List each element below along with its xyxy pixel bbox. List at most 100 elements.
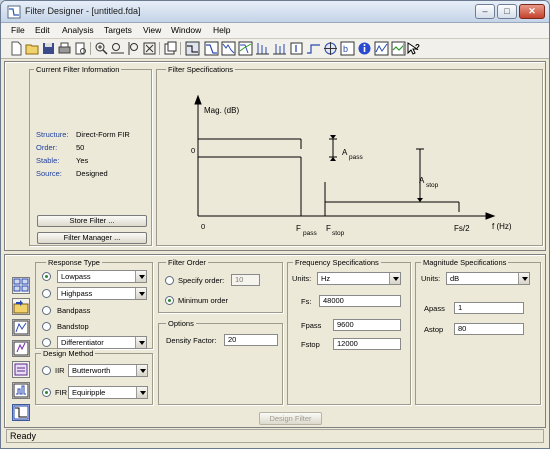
- density-factor-label: Density Factor:: [166, 336, 217, 345]
- highpass-select-value: Highpass: [61, 289, 93, 298]
- filter-info-icon[interactable]: [357, 41, 372, 56]
- impulse-response-icon[interactable]: [289, 41, 304, 56]
- chevron-down-icon: [389, 273, 400, 284]
- stable-value: Yes: [76, 156, 89, 165]
- bandpass-label[interactable]: Bandpass: [57, 306, 90, 315]
- magnitude-response-icon[interactable]: [204, 41, 219, 56]
- apass-input[interactable]: 1: [454, 302, 524, 314]
- whats-this-icon[interactable]: ?: [406, 41, 421, 56]
- multirate-icon[interactable]: [12, 382, 30, 399]
- structure-label: Structure:: [36, 130, 69, 139]
- fpass-input[interactable]: 9600: [333, 319, 401, 331]
- fs-input[interactable]: 48000: [319, 295, 401, 307]
- print-preview-icon[interactable]: [73, 41, 88, 56]
- app-logo-icon: [7, 5, 21, 19]
- specify-order-label[interactable]: Specify order:: [178, 276, 224, 285]
- bandstop-radio[interactable]: [42, 322, 51, 331]
- lowpass-radio[interactable]: [42, 272, 51, 281]
- magnitude-units-select[interactable]: dB: [446, 272, 530, 285]
- fir-label[interactable]: FIR: [55, 388, 67, 397]
- filter-manager-button[interactable]: Filter Manager ...: [37, 232, 147, 244]
- fpass-label: F: [296, 224, 301, 233]
- full-view-icon[interactable]: [142, 41, 157, 56]
- transform-filter-icon[interactable]: [12, 298, 30, 315]
- iir-label[interactable]: IIR: [55, 366, 65, 375]
- phase-delay-icon[interactable]: [272, 41, 287, 56]
- chevron-down-icon: [135, 288, 146, 299]
- store-filter-button[interactable]: Store Filter ...: [37, 215, 147, 227]
- frequency-units-label: Units:: [292, 274, 312, 283]
- chevron-down-icon: [136, 387, 147, 398]
- zoom-y-icon[interactable]: [126, 41, 141, 56]
- fs-half-label: Fs/2: [454, 224, 470, 233]
- iir-method-select[interactable]: Butterworth: [68, 364, 148, 377]
- open-icon[interactable]: [25, 41, 40, 56]
- save-icon[interactable]: [41, 41, 56, 56]
- minimize-button[interactable]: –: [475, 4, 495, 19]
- bandpass-radio[interactable]: [42, 306, 51, 315]
- bandstop-label[interactable]: Bandstop: [57, 322, 89, 331]
- new-icon[interactable]: [9, 41, 24, 56]
- bottom-panel: Response Type Lowpass Highpass Bandpass …: [4, 254, 546, 428]
- maximize-button[interactable]: □: [497, 4, 517, 19]
- new-window-icon[interactable]: [163, 41, 178, 56]
- phase-response-icon[interactable]: [221, 41, 236, 56]
- filter-order-group: [158, 262, 283, 313]
- fstop-label: F: [326, 224, 331, 233]
- pole-zero-icon[interactable]: [323, 41, 338, 56]
- pole-zero-editor-icon[interactable]: [12, 340, 30, 357]
- print-icon[interactable]: [57, 41, 72, 56]
- filter-specs-icon[interactable]: [185, 41, 200, 56]
- iir-method-value: Butterworth: [72, 366, 111, 375]
- astop-input[interactable]: 80: [454, 323, 524, 335]
- zoom-in-icon[interactable]: [94, 41, 109, 56]
- zoom-x-icon[interactable]: [110, 41, 125, 56]
- fstop-input[interactable]: 12000: [333, 338, 401, 350]
- menu-view[interactable]: View: [143, 25, 161, 35]
- frequency-units-select[interactable]: Hz: [317, 272, 401, 285]
- lowpass-select[interactable]: Lowpass: [57, 270, 147, 283]
- source-value: Designed: [76, 169, 108, 178]
- minimum-order-label[interactable]: Minimum order: [178, 296, 228, 305]
- coefficients-icon[interactable]: b: [340, 41, 355, 56]
- menu-bar: File Edit Analysis Targets View Window H…: [1, 23, 549, 39]
- menu-targets[interactable]: Targets: [104, 25, 132, 35]
- density-factor-input[interactable]: 20: [224, 334, 278, 346]
- group-delay-icon[interactable]: [255, 41, 270, 56]
- fir-method-select[interactable]: Equiripple: [68, 386, 148, 399]
- import-filter-icon[interactable]: [12, 361, 30, 378]
- fstop-field-label: Fstop: [301, 340, 320, 349]
- differentiator-select[interactable]: Differentiator: [57, 336, 147, 349]
- round-off-noise-icon[interactable]: [374, 41, 389, 56]
- apass-field-label: Apass: [424, 304, 445, 313]
- design-method-title: Design Method: [41, 349, 96, 358]
- specify-order-radio[interactable]: [165, 276, 174, 285]
- mag-phase-icon[interactable]: [238, 41, 253, 56]
- differentiator-radio[interactable]: [42, 338, 51, 347]
- realize-model-icon[interactable]: [12, 319, 30, 336]
- iir-radio[interactable]: [42, 366, 51, 375]
- fs-label: Fs:: [301, 297, 312, 306]
- top-panel: Current Filter Information Structure: Di…: [4, 61, 546, 251]
- specify-order-input[interactable]: 10: [231, 274, 260, 286]
- close-button[interactable]: ✕: [519, 4, 545, 19]
- chevron-down-icon: [136, 365, 147, 376]
- toolbar: b ?: [1, 39, 549, 59]
- window-title: Filter Designer - [untitled.fda]: [25, 6, 141, 16]
- menu-help[interactable]: Help: [213, 25, 230, 35]
- menu-file[interactable]: File: [11, 25, 25, 35]
- menu-edit[interactable]: Edit: [35, 25, 50, 35]
- design-filter-tab-icon[interactable]: [12, 277, 30, 294]
- step-response-icon[interactable]: [306, 41, 321, 56]
- design-filter-button[interactable]: Design Filter: [259, 412, 322, 425]
- menu-window[interactable]: Window: [171, 25, 201, 35]
- astop-subscript: stop: [426, 182, 439, 189]
- title-bar[interactable]: Filter Designer - [untitled.fda] – □ ✕: [1, 1, 549, 23]
- menu-analysis[interactable]: Analysis: [62, 25, 94, 35]
- fir-radio[interactable]: [42, 388, 51, 397]
- toolbar-separator: [90, 42, 91, 55]
- design-panel-icon[interactable]: [12, 404, 30, 421]
- highpass-radio[interactable]: [42, 289, 51, 298]
- highpass-select[interactable]: Highpass: [57, 287, 147, 300]
- minimum-order-radio[interactable]: [165, 296, 174, 305]
